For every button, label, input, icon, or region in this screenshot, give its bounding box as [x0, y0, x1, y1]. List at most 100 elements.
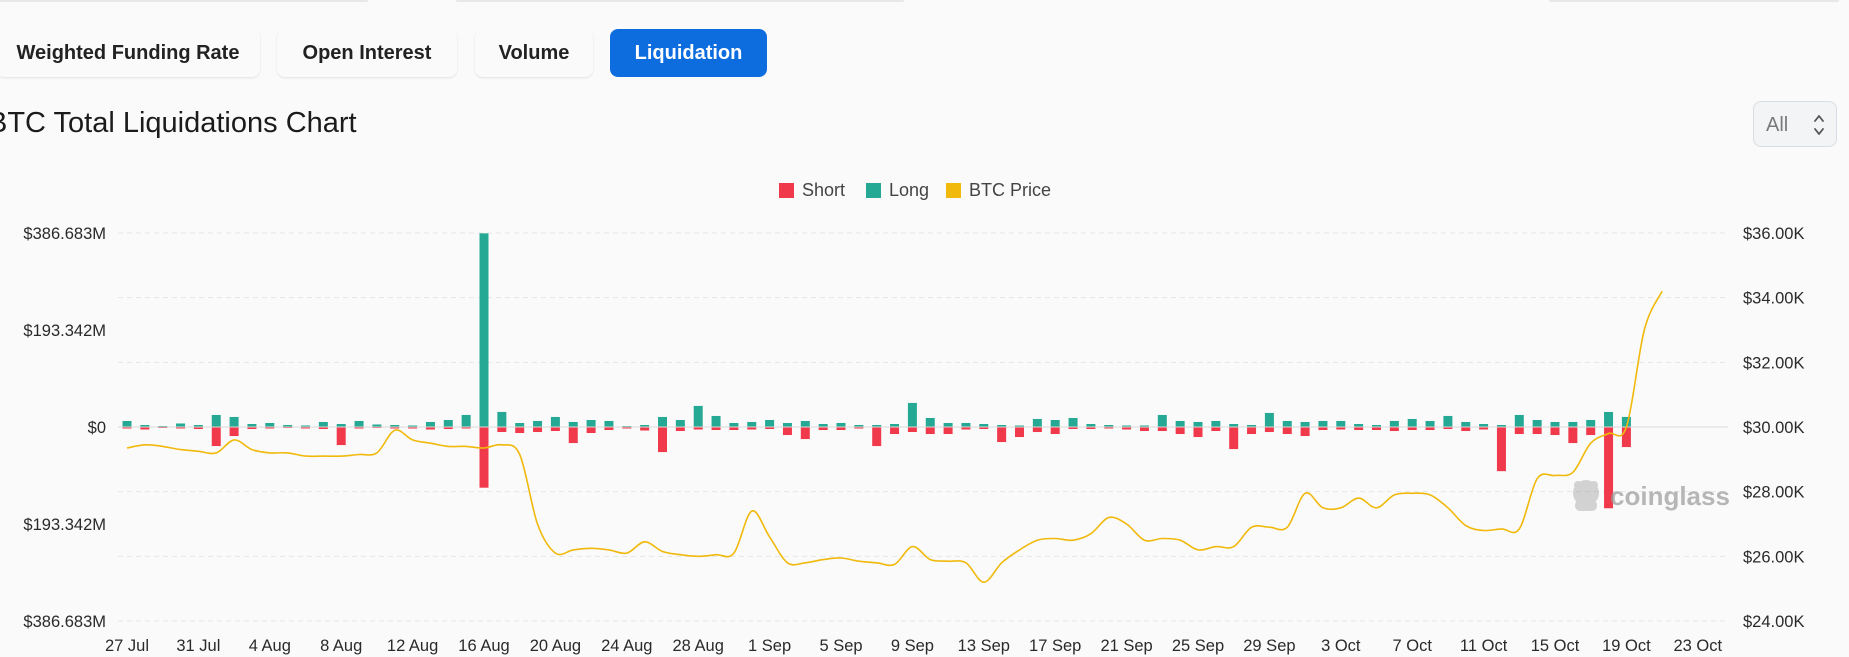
- x-tick-label: 20 Aug: [530, 637, 581, 655]
- short-bar: [533, 427, 543, 433]
- y-left-tick-label: $0: [88, 419, 106, 437]
- short-bar: [1229, 427, 1239, 450]
- long-bar: [604, 420, 614, 427]
- long-bar: [658, 416, 667, 427]
- long-bar: [1443, 415, 1453, 427]
- long-bar: [211, 414, 221, 427]
- short-bar: [1015, 427, 1024, 438]
- long-bar: [1604, 411, 1614, 427]
- long-bar: [265, 422, 275, 427]
- x-tick-label: 12 Aug: [387, 637, 438, 655]
- long-bar: [533, 420, 543, 427]
- short-bar: [1550, 427, 1560, 436]
- long-bar: [1586, 419, 1596, 427]
- x-tick-label: 5 Sep: [819, 637, 862, 655]
- x-tick-label: 16 Aug: [458, 637, 509, 655]
- liquidation-chart[interactable]: $386.683M $193.342M $0 $193.342M $386.683M $3…: [0, 0, 1849, 657]
- x-tick-label: 21 Sep: [1100, 637, 1152, 655]
- x-tick-label: 15 Oct: [1531, 637, 1580, 655]
- x-tick-label: 3 Oct: [1321, 637, 1361, 655]
- long-bar: [1300, 421, 1310, 427]
- x-tick-label: 29 Sep: [1243, 637, 1295, 655]
- long-bar: [747, 421, 757, 427]
- long-bar: [943, 422, 953, 427]
- long-bar: [836, 422, 846, 427]
- long-bar: [497, 411, 507, 427]
- x-tick-label: 9 Sep: [891, 637, 934, 655]
- x-tick-label: 11 Oct: [1460, 637, 1508, 655]
- long-bar: [425, 421, 435, 427]
- x-tick-label: 19 Oct: [1602, 637, 1651, 655]
- short-bar: [1568, 427, 1578, 444]
- x-tick-label: 24 Aug: [601, 637, 652, 655]
- long-bar: [1264, 412, 1274, 427]
- long-bar: [1336, 420, 1346, 427]
- long-bar: [1407, 418, 1417, 427]
- short-bar: [1157, 427, 1167, 432]
- long-bar: [1282, 420, 1292, 427]
- long-bar: [1211, 420, 1221, 427]
- long-bar: [1389, 420, 1399, 427]
- y-right-tick-label: $26.00K: [1743, 548, 1804, 566]
- short-bar: [907, 427, 917, 433]
- long-bar: [229, 416, 239, 427]
- short-bar: [1282, 427, 1292, 435]
- long-bar: [1157, 414, 1167, 427]
- y-left-tick-label: $386.683M: [23, 613, 106, 631]
- short-bar: [211, 427, 221, 447]
- short-bar: [658, 427, 667, 453]
- x-tick-label: 27 Jul: [105, 637, 149, 655]
- long-bar: [1532, 419, 1542, 427]
- short-bar: [1621, 427, 1631, 448]
- y-left-tick-label: $386.683M: [23, 225, 106, 243]
- long-bar: [782, 422, 792, 427]
- long-bar: [765, 419, 775, 427]
- long-bar: [354, 420, 364, 427]
- long-bar: [1193, 421, 1203, 427]
- long-bar: [461, 414, 471, 427]
- long-bar: [907, 402, 917, 427]
- short-bar: [1461, 427, 1471, 432]
- short-bar: [1532, 427, 1542, 435]
- short-bar: [1389, 427, 1399, 432]
- y-right-tick-label: $34.00K: [1743, 290, 1804, 308]
- btc-price-line: [126, 290, 1663, 584]
- short-bar: [943, 427, 953, 435]
- short-bar: [872, 427, 882, 447]
- short-bar: [1032, 427, 1042, 433]
- watermark-text: coinglass: [1610, 481, 1730, 511]
- y-right-tick-label: $24.00K: [1743, 613, 1804, 631]
- long-bar: [1175, 420, 1185, 427]
- short-bar: [1193, 427, 1203, 438]
- short-bar: [640, 427, 650, 431]
- short-bar: [675, 427, 685, 432]
- long-bar: [122, 420, 132, 427]
- short-bar: [479, 427, 489, 488]
- short-bar: [336, 427, 346, 446]
- long-bar: [443, 419, 453, 427]
- x-tick-label: 4 Aug: [249, 637, 291, 655]
- short-bar: [515, 427, 525, 434]
- short-bar: [1139, 427, 1149, 432]
- short-bar: [1514, 427, 1524, 435]
- long-bar: [1032, 418, 1042, 427]
- x-tick-label: 25 Sep: [1172, 637, 1224, 655]
- x-tick-label: 28 Aug: [673, 637, 724, 655]
- short-bar: [586, 427, 596, 434]
- short-bar: [1175, 427, 1185, 435]
- x-tick-label: 7 Oct: [1392, 637, 1432, 655]
- long-bar: [515, 422, 525, 427]
- short-bar: [1050, 427, 1060, 435]
- x-tick-label: 13 Sep: [958, 637, 1010, 655]
- short-bar: [550, 427, 560, 432]
- short-bar: [997, 427, 1007, 443]
- x-tick-label: 23 Oct: [1673, 637, 1722, 655]
- long-bar: [176, 423, 186, 427]
- coinglass-watermark: [1573, 480, 1599, 511]
- short-bar: [229, 427, 239, 437]
- x-tick-label: 1 Sep: [748, 637, 791, 655]
- long-bar: [1425, 420, 1435, 427]
- short-bar: [800, 427, 810, 440]
- short-bar: [1247, 427, 1257, 435]
- long-bar: [961, 422, 971, 427]
